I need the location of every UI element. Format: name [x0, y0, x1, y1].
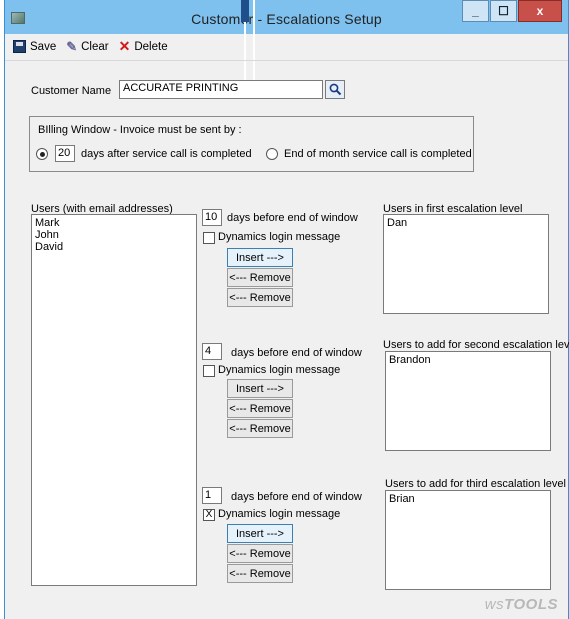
end-of-month-radio[interactable] [266, 148, 278, 160]
level2-insert-button[interactable]: Insert ---> [227, 379, 293, 398]
level2-list-header: Users to add for second escalation level [383, 339, 569, 351]
delete-label: Delete [134, 40, 168, 53]
billing-window-legend: BIlling Window - Invoice must be sent by… [38, 124, 242, 136]
clear-button[interactable]: ✎ Clear [66, 40, 108, 53]
level3-login-checkbox[interactable]: X [203, 509, 215, 521]
level1-remove-all-button[interactable]: <--- Remove [227, 288, 293, 307]
level3-insert-button[interactable]: Insert ---> [227, 524, 293, 543]
list-item[interactable]: Brandon [389, 354, 547, 366]
eraser-icon: ✎ [66, 39, 78, 54]
save-icon [13, 40, 26, 53]
level2-days-text: days before end of window [231, 347, 362, 359]
level1-listbox[interactable]: Dan [383, 214, 549, 314]
list-item[interactable]: Mark [35, 217, 193, 229]
wstools-logo: wsTOOLS [485, 596, 558, 613]
maximize-button[interactable]: ☐ [490, 0, 517, 22]
level1-days-input[interactable]: 10 [202, 209, 222, 226]
customer-name-label: Customer Name [31, 85, 112, 97]
level2-listbox[interactable]: Brandon [385, 351, 551, 451]
brand-prefix: ws [484, 596, 505, 613]
level2-login-text: Dynamics login message [218, 364, 341, 376]
level1-insert-button[interactable]: Insert ---> [227, 248, 293, 267]
minimize-button[interactable]: _ [462, 0, 489, 22]
customer-name-field[interactable]: ACCURATE PRINTING [119, 80, 323, 99]
list-item[interactable]: Dan [387, 217, 545, 229]
search-icon [329, 83, 341, 96]
overlay-line [244, 22, 246, 82]
level3-remove-button[interactable]: <--- Remove [227, 544, 293, 563]
level3-days-text: days before end of window [231, 491, 362, 503]
level2-login-checkbox[interactable] [203, 365, 215, 377]
overlay-marker [241, 0, 249, 22]
end-of-month-text: End of month service call is completed [284, 148, 472, 160]
level1-days-text: days before end of window [227, 212, 358, 224]
level1-login-text: Dynamics login message [218, 231, 341, 243]
close-button[interactable]: x [518, 0, 562, 22]
level1-remove-button[interactable]: <--- Remove [227, 268, 293, 287]
billing-window-group: BIlling Window - Invoice must be sent by… [29, 116, 474, 172]
customer-lookup-button[interactable] [325, 80, 345, 99]
save-button[interactable]: Save [13, 40, 56, 53]
list-item[interactable]: David [35, 241, 193, 253]
level3-remove-all-button[interactable]: <--- Remove [227, 564, 293, 583]
level3-login-text: Dynamics login message [218, 508, 341, 520]
brand-main: TOOLS [504, 596, 558, 613]
days-after-text: days after service call is completed [81, 148, 252, 160]
list-item[interactable]: John [35, 229, 193, 241]
users-listbox[interactable]: Mark John David [31, 214, 197, 586]
title-bar[interactable]: Customer - Escalations Setup _ ☐ x [5, 0, 568, 34]
level2-remove-all-button[interactable]: <--- Remove [227, 419, 293, 438]
delete-x-icon: ✕ [118, 38, 131, 54]
level2-remove-button[interactable]: <--- Remove [227, 399, 293, 418]
level3-list-header: Users to add for third escalation level [385, 478, 566, 490]
billing-days-input[interactable]: 20 [55, 145, 75, 162]
clear-label: Clear [81, 40, 109, 53]
window-controls: _ ☐ x [461, 0, 562, 22]
list-item[interactable]: Brian [389, 493, 547, 505]
save-label: Save [30, 40, 57, 53]
toolbar: Save ✎ Clear ✕ Delete [13, 38, 178, 54]
level3-listbox[interactable]: Brian [385, 490, 551, 590]
days-after-radio[interactable] [36, 148, 48, 160]
level3-days-input[interactable]: 1 [202, 487, 222, 504]
escalations-setup-window: Customer - Escalations Setup _ ☐ x Save … [4, 0, 569, 619]
level1-login-checkbox[interactable] [203, 232, 215, 244]
level2-days-input[interactable]: 4 [202, 343, 222, 360]
toolbar-divider [5, 60, 568, 61]
delete-button[interactable]: ✕ Delete [118, 38, 168, 54]
